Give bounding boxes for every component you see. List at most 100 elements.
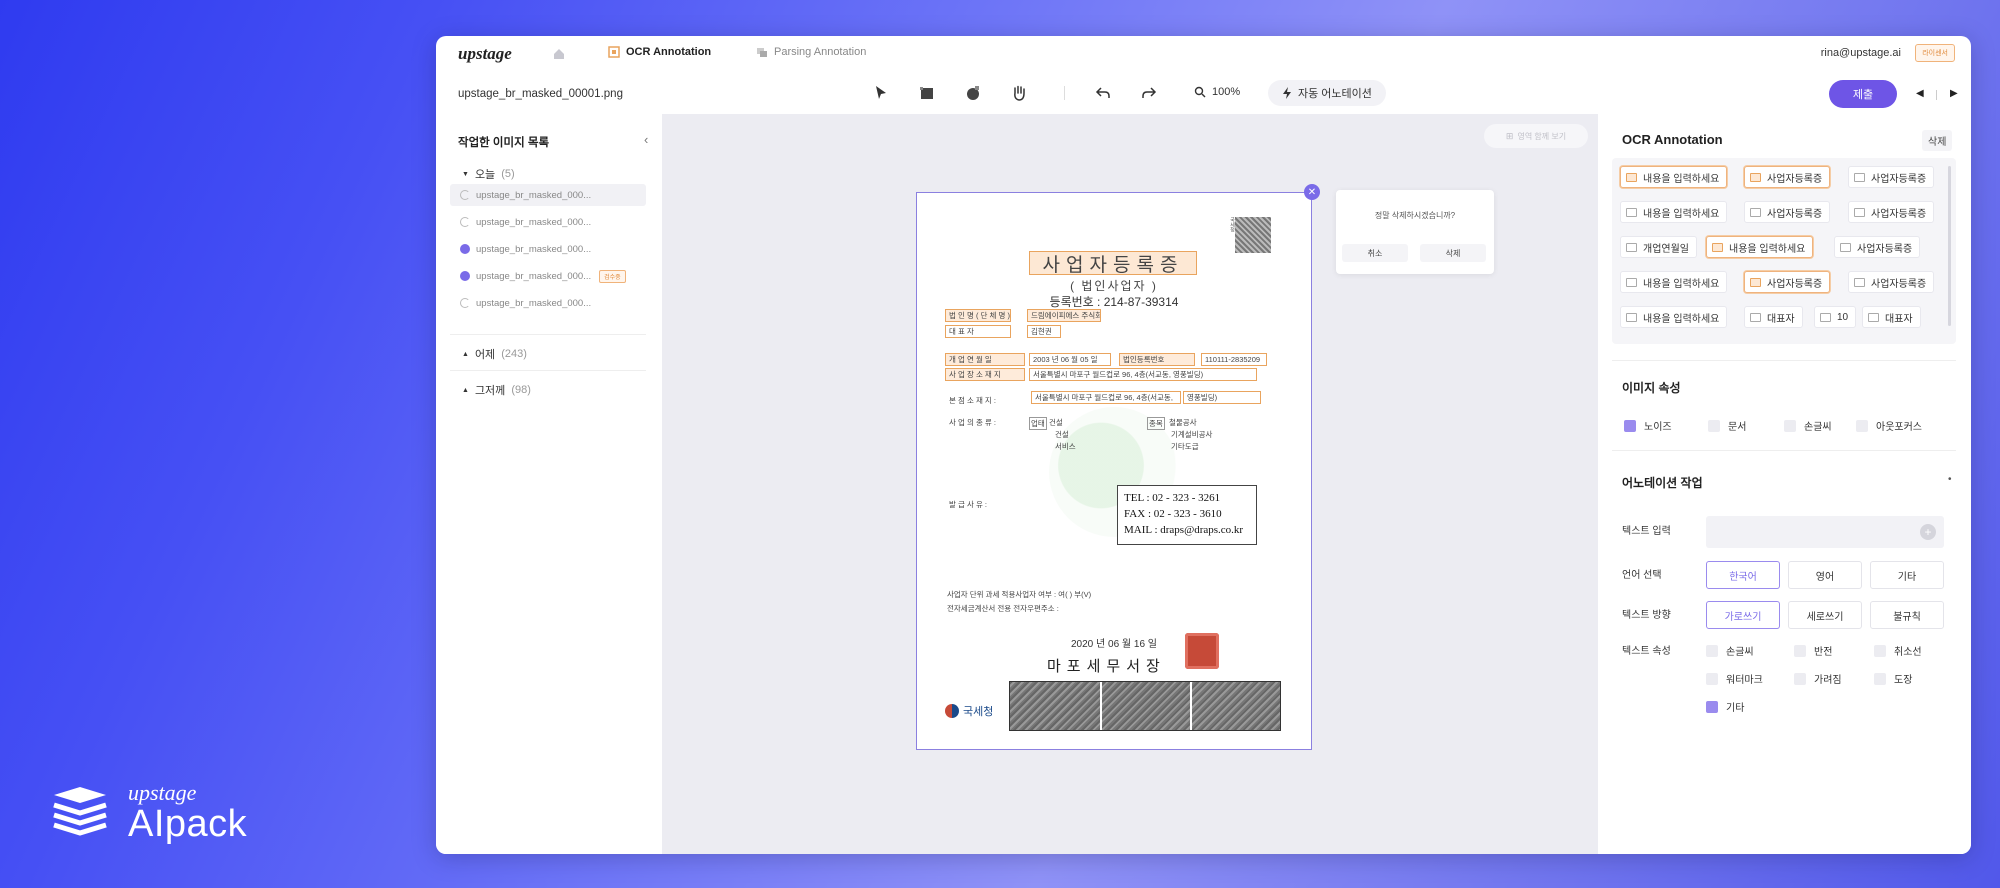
- next-arrow-icon[interactable]: ▶: [1950, 88, 1958, 99]
- home-icon[interactable]: [552, 47, 566, 61]
- delete-button[interactable]: 삭제: [1922, 130, 1953, 151]
- language-label: 언어 선택: [1622, 570, 1662, 581]
- show-regions-button[interactable]: ⊞ 영역 함께 보기: [1484, 124, 1588, 148]
- tab-parsing-annotation[interactable]: Parsing Annotation: [756, 46, 866, 58]
- annotation-chip[interactable]: 내용을 입력하세요: [1620, 166, 1728, 188]
- checkbox[interactable]: [1874, 672, 1886, 685]
- image-attr-handwriting[interactable]: 손글씨: [1784, 418, 1832, 433]
- direction-horizontal-button[interactable]: 가로쓰기: [1706, 601, 1780, 629]
- group-today[interactable]: ▼ 오늘 (5): [462, 166, 515, 182]
- annotation-chip[interactable]: 대표자: [1862, 306, 1921, 328]
- cancel-button[interactable]: 취소: [1342, 244, 1408, 262]
- confirm-delete-button[interactable]: 삭제: [1420, 244, 1486, 262]
- text-attr-stamp[interactable]: 도장: [1874, 671, 1912, 686]
- annotation-box[interactable]: 법 인 명 ( 단 체 명 ): [945, 309, 1011, 322]
- text-input-field[interactable]: +: [1706, 516, 1944, 548]
- annotation-chip[interactable]: 사업자등록증: [1848, 271, 1935, 293]
- auto-annotation-label: 자동 어노테이션: [1298, 88, 1372, 100]
- annotation-chip[interactable]: 사업자등록증: [1744, 271, 1831, 293]
- group-yesterday[interactable]: ▲ 어제 (243): [462, 346, 527, 362]
- annotation-box[interactable]: 김현권: [1027, 325, 1061, 338]
- redo-icon[interactable]: [1140, 84, 1158, 102]
- annotation-chip[interactable]: 10: [1814, 306, 1857, 328]
- language-english-button[interactable]: 영어: [1788, 561, 1862, 589]
- annotation-chip[interactable]: 개업연월일: [1620, 236, 1697, 258]
- annotation-box[interactable]: 사 업 장 소 재 지: [945, 368, 1025, 381]
- text-attr-handwriting[interactable]: 손글씨: [1706, 643, 1754, 658]
- text-attr-inverted[interactable]: 반전: [1794, 643, 1832, 658]
- annotation-box[interactable]: 110111-2835209: [1201, 353, 1267, 366]
- masked-region[interactable]: [1009, 681, 1281, 731]
- list-item[interactable]: upstage_br_masked_000... 검수중: [450, 265, 646, 287]
- box-tool-icon[interactable]: [918, 84, 936, 102]
- list-item[interactable]: upstage_br_masked_000...: [450, 211, 646, 233]
- chip-list-scrollbar[interactable]: [1948, 166, 1951, 326]
- annotation-box[interactable]: 드림에이피에스 주식회사: [1027, 309, 1101, 322]
- annotation-chip[interactable]: 사업자등록증: [1848, 166, 1935, 188]
- list-item[interactable]: upstage_br_masked_000...: [450, 238, 646, 260]
- checkbox[interactable]: [1706, 644, 1718, 657]
- text-attr-watermark[interactable]: 워터마크: [1706, 671, 1763, 686]
- close-icon[interactable]: ✕: [1304, 184, 1320, 200]
- collapse-sidebar-icon[interactable]: ‹: [644, 132, 648, 147]
- text-attr-other[interactable]: 기타: [1706, 699, 1744, 714]
- checkbox-label: 문서: [1728, 422, 1747, 433]
- annotation-chip[interactable]: 사업자등록증: [1834, 236, 1921, 258]
- list-item[interactable]: upstage_br_masked_000...: [450, 184, 646, 206]
- annotation-chip[interactable]: 내용을 입력하세요: [1620, 201, 1728, 223]
- list-item[interactable]: upstage_br_masked_000...: [450, 292, 646, 314]
- annotation-box[interactable]: 서울특별시 마포구 월드컵로 96, 4층(서교동,: [1031, 391, 1181, 404]
- checkbox[interactable]: [1874, 644, 1886, 657]
- text-attr-occluded[interactable]: 가려짐: [1794, 671, 1842, 686]
- annotation-box[interactable]: 영풍빌딩): [1183, 391, 1261, 404]
- upstage-logo[interactable]: upstage: [458, 44, 512, 64]
- annotation-box[interactable]: 2003 년 06 월 05 일: [1029, 353, 1111, 366]
- checkbox[interactable]: [1856, 419, 1868, 432]
- auto-annotation-button[interactable]: 자동 어노테이션: [1268, 80, 1386, 106]
- user-email[interactable]: rina@upstage.ai: [1821, 47, 1901, 59]
- prev-arrow-icon[interactable]: ◀: [1916, 88, 1924, 99]
- add-icon[interactable]: +: [1920, 524, 1936, 540]
- tab-ocr-annotation[interactable]: OCR Annotation: [608, 46, 711, 58]
- submit-button[interactable]: 제출: [1829, 80, 1897, 108]
- image-attr-noise[interactable]: 노이즈: [1624, 418, 1672, 433]
- image-attr-outfocus[interactable]: 아웃포커스: [1856, 418, 1922, 433]
- annotation-chip[interactable]: 내용을 입력하세요: [1620, 306, 1728, 328]
- language-korean-button[interactable]: 한국어: [1706, 561, 1780, 589]
- annotation-chip[interactable]: 사업자등록증: [1848, 201, 1935, 223]
- annotation-box[interactable]: 법인등록번호: [1119, 353, 1195, 366]
- checkbox[interactable]: [1706, 700, 1718, 713]
- annotation-box[interactable]: 개 업 연 월 일: [945, 353, 1025, 366]
- annotation-canvas[interactable]: ⊞ 영역 함께 보기 국세청 사업자등록증 ( 법인사업자 ) 등록번호 : 2…: [662, 114, 1598, 854]
- group-yesterday-count: (243): [501, 348, 527, 360]
- undo-icon[interactable]: [1094, 84, 1112, 102]
- select-pointer-icon[interactable]: [872, 84, 890, 102]
- checkbox[interactable]: [1794, 644, 1806, 657]
- annotation-chip[interactable]: 내용을 입력하세요: [1706, 236, 1814, 258]
- annotation-chip[interactable]: 사업자등록증: [1744, 201, 1831, 223]
- checkbox[interactable]: [1708, 419, 1720, 432]
- user-role-badge: 라이센서: [1915, 44, 1955, 62]
- annotation-chip[interactable]: 대표자: [1744, 306, 1803, 328]
- annotation-chip[interactable]: 사업자등록증: [1744, 166, 1831, 188]
- document-title-box[interactable]: 사업자등록증: [1029, 251, 1197, 276]
- language-other-button[interactable]: 기타: [1870, 561, 1944, 589]
- document-image[interactable]: 국세청 사업자등록증 ( 법인사업자 ) 등록번호 : 214-87-39314…: [916, 192, 1312, 750]
- collapse-section-icon[interactable]: •: [1948, 474, 1952, 485]
- checkbox[interactable]: [1624, 419, 1636, 432]
- direction-irregular-button[interactable]: 불규칙: [1870, 601, 1944, 629]
- zoom-control[interactable]: 100%: [1194, 86, 1240, 98]
- annotation-box[interactable]: 대 표 자: [945, 325, 1011, 338]
- polygon-tool-icon[interactable]: [964, 84, 982, 102]
- checkbox[interactable]: [1794, 672, 1806, 685]
- image-attr-document[interactable]: 문서: [1708, 418, 1746, 433]
- hand-pan-icon[interactable]: [1010, 84, 1028, 102]
- annotation-box[interactable]: 서울특별시 마포구 월드컵로 96, 4층(서교동, 영풍빌딩): [1029, 368, 1257, 381]
- direction-vertical-button[interactable]: 세로쓰기: [1788, 601, 1862, 629]
- checkbox[interactable]: [1784, 419, 1796, 432]
- group-day-before[interactable]: ▲ 그저께 (98): [462, 382, 531, 398]
- checkbox[interactable]: [1706, 672, 1718, 685]
- text-attr-strikethrough[interactable]: 취소선: [1874, 643, 1922, 658]
- box-icon: [1820, 312, 1831, 322]
- annotation-chip[interactable]: 내용을 입력하세요: [1620, 271, 1728, 293]
